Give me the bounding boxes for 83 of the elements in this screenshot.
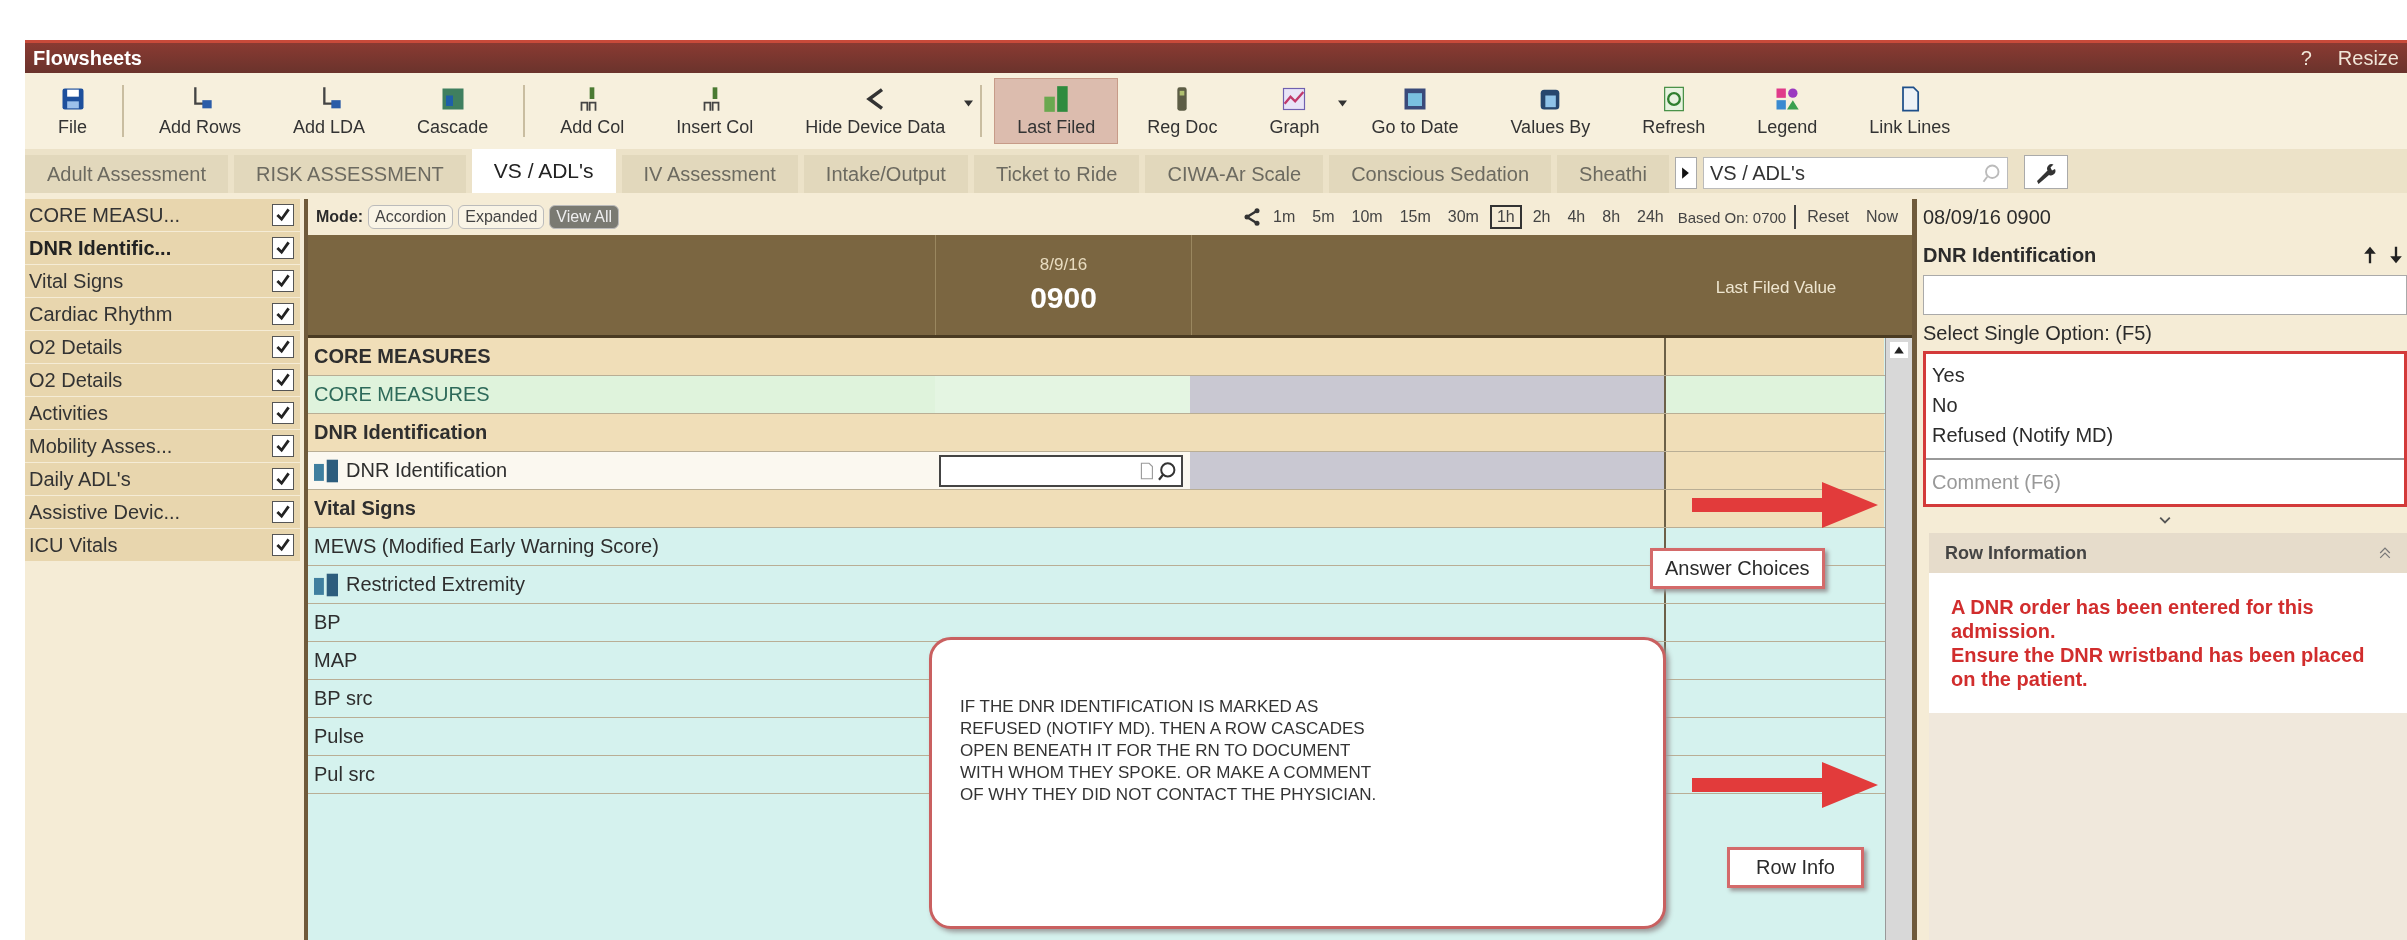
- time-scale-button[interactable]: 8h: [1596, 206, 1627, 228]
- toolbar-button[interactable]: Link Lines: [1846, 78, 1974, 144]
- sidebar-item[interactable]: ICU Vitals: [25, 529, 300, 561]
- tab[interactable]: CIWA-Ar Scale: [1145, 155, 1324, 193]
- toolbar-button[interactable]: Add Col: [537, 78, 648, 144]
- based-on-label: Based On: 0700: [1676, 208, 1788, 226]
- row-info-message: A DNR order has been entered for this admission. Ensure the DNR wristband has been placed on the patient.: [1929, 573, 2407, 713]
- toolbar-button[interactable]: Cascade: [394, 78, 512, 144]
- section-header[interactable]: CORE MEASURES: [314, 345, 491, 368]
- toolbar-button[interactable]: File: [35, 78, 110, 144]
- toolbar-button[interactable]: Last Filed: [994, 78, 1119, 144]
- time-scale-button[interactable]: 4h: [1561, 206, 1592, 228]
- resize-button[interactable]: Resize: [2337, 46, 2399, 70]
- mode-button[interactable]: Accordion: [368, 205, 454, 229]
- row-label[interactable]: Pul src: [314, 763, 376, 786]
- sidebar-item[interactable]: Activities: [25, 397, 300, 429]
- row-label[interactable]: BP: [314, 611, 341, 634]
- answer-option[interactable]: No: [1932, 390, 2398, 420]
- answer-option[interactable]: Yes: [1932, 360, 2398, 390]
- section-header[interactable]: Vital Signs: [314, 497, 416, 520]
- tab[interactable]: Sheathi: [1557, 155, 1669, 193]
- sidebar-item[interactable]: Cardiac Rhythm: [25, 298, 300, 330]
- time-scale-button[interactable]: 10m: [1345, 206, 1389, 228]
- row-label[interactable]: BP src: [314, 687, 373, 710]
- row-label[interactable]: CORE MEASURES: [314, 383, 490, 406]
- sidebar-item[interactable]: Daily ADL's: [25, 463, 300, 495]
- time-scale-button[interactable]: 15m: [1393, 206, 1437, 228]
- sidebar-item[interactable]: CORE MEASU...: [25, 199, 300, 231]
- row-label[interactable]: MEWS (Modified Early Warning Score): [314, 535, 659, 558]
- sidebar-item[interactable]: DNR Identific...: [25, 232, 300, 264]
- time-scale-button[interactable]: 30m: [1441, 206, 1485, 228]
- section-header[interactable]: DNR Identification: [314, 421, 488, 444]
- sidebar-item[interactable]: O2 Details: [25, 331, 300, 363]
- toolbar-button[interactable]: Add Rows: [136, 78, 265, 144]
- now-button[interactable]: Now: [1860, 206, 1904, 228]
- reset-button[interactable]: Reset: [1801, 206, 1855, 228]
- tab[interactable]: Conscious Sedation: [1329, 155, 1552, 193]
- row-label[interactable]: Pulse: [314, 725, 365, 748]
- note-tooltip: IF THE DNR IDENTIFICATION IS MARKED AS REFUSED (NOTIFY MD). THEN A ROW CASCADES OPEN BENEATH IT FOR THE RN TO DOCUMENT WITH WHOM THEY SPOKE. OR MAKE A COMMENT OF WHY THEY DID NOT CONTACT THE PHYSICIAN.: [929, 637, 1666, 929]
- toolbar-button[interactable]: Go to Date: [1348, 78, 1482, 144]
- sidebar-item[interactable]: Mobility Asses...: [25, 430, 300, 462]
- tab[interactable]: VS / ADL's: [471, 149, 616, 193]
- row-label[interactable]: MAP: [314, 649, 358, 672]
- tab[interactable]: Adult Assessment: [25, 155, 228, 193]
- column-date: 8/9/16: [1039, 255, 1088, 275]
- tab[interactable]: IV Assessment: [621, 155, 798, 193]
- toolbar-button[interactable]: Reg Doc: [1124, 78, 1241, 144]
- time-scale-button[interactable]: 1m: [1267, 206, 1302, 228]
- prompt-label: Select Single Option: (F5): [1923, 320, 2153, 346]
- mode-label: Mode:: [316, 208, 364, 226]
- label-tooltip: Answer Choices: [1650, 548, 1825, 589]
- tab[interactable]: Intake/Output: [803, 155, 968, 193]
- toolbar-button[interactable]: Refresh: [1619, 78, 1729, 144]
- row-title: DNR Identification: [1923, 243, 2097, 267]
- row-label[interactable]: DNR Identification: [346, 459, 508, 482]
- panel-title: Row Information: [1945, 542, 2087, 564]
- sidebar-item[interactable]: O2 Details: [25, 364, 300, 396]
- tab[interactable]: RISK ASSESSMENT: [233, 155, 466, 193]
- mode-button[interactable]: View All: [549, 205, 620, 229]
- time-scale-button[interactable]: 24h: [1631, 206, 1670, 228]
- time-scale-button[interactable]: 2h: [1526, 206, 1557, 228]
- window-title: Flowsheets: [33, 46, 142, 70]
- time-scale-button[interactable]: 1h: [1489, 205, 1522, 229]
- toolbar-button[interactable]: Graph: [1246, 78, 1343, 144]
- column-time: 0900: [1030, 281, 1097, 315]
- row-label[interactable]: Restricted Extremity: [346, 573, 525, 596]
- toolbar-button[interactable]: Legend: [1734, 78, 1841, 144]
- answer-option[interactable]: Refused (Notify MD): [1932, 420, 2398, 450]
- mode-button[interactable]: Expanded: [458, 205, 545, 229]
- toolbar-button[interactable]: Add LDA: [270, 78, 389, 144]
- comment-field[interactable]: Comment (F6): [1926, 460, 2404, 504]
- toolbar-button[interactable]: Insert Col: [653, 78, 777, 144]
- row-datetime: 08/09/16 0900: [1923, 204, 2052, 230]
- time-scale-button[interactable]: 5m: [1306, 206, 1341, 228]
- help-button[interactable]: ?: [2300, 46, 2312, 70]
- tab[interactable]: Ticket to Ride: [973, 155, 1140, 193]
- sidebar-item[interactable]: Assistive Devic...: [25, 496, 300, 528]
- toolbar-button[interactable]: Values By: [1487, 78, 1614, 144]
- toolbar-button[interactable]: Hide Device Data: [782, 78, 969, 144]
- sidebar-item[interactable]: Vital Signs: [25, 265, 300, 297]
- search-field[interactable]: VS / ADL's: [1702, 157, 2008, 189]
- column-heading: Last Filed Value: [1715, 278, 1837, 298]
- label-tooltip: Row Info: [1727, 847, 1864, 888]
